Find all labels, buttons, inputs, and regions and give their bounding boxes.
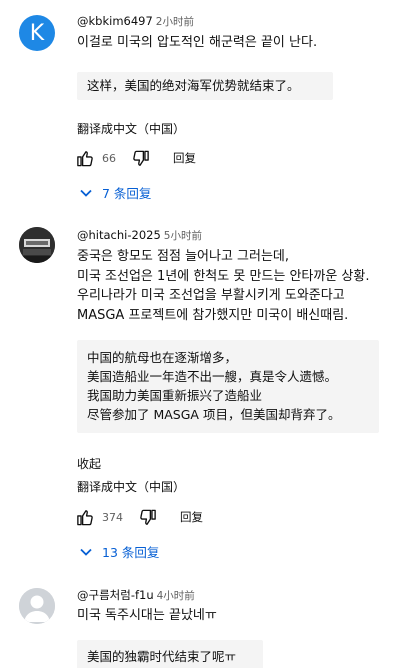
comment-line: 중국은 항모도 점점 늘어나고 그러는데, [77, 249, 290, 264]
like-button[interactable] [75, 508, 95, 527]
comment-text: 미국 독주시대는 끝났네ㅠ [77, 606, 217, 626]
comment-line: 우리나라가 미국 조선업을 부활시키게 도와준다고 [77, 288, 345, 303]
comment-line: 미국 독주시대는 끝났네ㅠ [77, 608, 217, 623]
timestamp[interactable]: 2小时前 [156, 16, 194, 28]
translate-link[interactable]: 翻译成中文（中国） [77, 120, 185, 137]
thumbs-down-icon [133, 150, 149, 166]
translation-box: 这样，美国的绝对海军优势就结束了。 [77, 72, 333, 100]
translation-box: 美国的独霸时代结束了呢ㅠ [77, 640, 263, 668]
reply-button[interactable]: 回复 [180, 509, 203, 525]
author-name[interactable]: @구름처럼-f1u [77, 588, 154, 602]
timestamp[interactable]: 4小时前 [157, 590, 195, 602]
thumbs-down-icon [140, 509, 156, 525]
like-count: 374 [102, 510, 123, 524]
avatar-image [19, 227, 55, 263]
translation-line: 美国的独霸时代结束了呢ㅠ [87, 649, 237, 664]
translation-line: 我国助力美国重新振兴了造船业 [87, 388, 263, 403]
author-name[interactable]: @hitachi-2025 [77, 228, 161, 242]
comment-text: 중국은 항모도 점점 늘어나고 그러는데, 미국 조선업은 1년에 한척도 못 … [77, 247, 370, 325]
chevron-down-icon [80, 189, 92, 197]
translation-line: 美国造船业一年造不出一艘，真是令人遗憾。 [87, 369, 338, 384]
dislike-button[interactable] [131, 149, 151, 168]
avatar[interactable] [19, 588, 55, 624]
comment-header: @kbkim6497 2小时前 [77, 14, 194, 29]
replies-count-label: 13 条回复 [102, 545, 160, 560]
translation-line: 这样，美国的绝对海军优势就结束了。 [87, 78, 300, 93]
author-name[interactable]: @kbkim6497 [77, 14, 153, 28]
comment-header: @hitachi-2025 5小时前 [77, 228, 202, 243]
view-replies-button[interactable]: 7 条回复 [80, 183, 151, 202]
dislike-button[interactable] [138, 508, 158, 527]
like-count: 66 [102, 151, 116, 165]
avatar[interactable] [19, 227, 55, 263]
comment-line: 이걸로 미국의 압도적인 해군력은 끝이 난다. [77, 35, 318, 50]
comment-line: MASGA 프로젝트에 참가했지만 미국이 배신때림. [77, 307, 349, 323]
comments-panel: K @kbkim6497 2小时前 이걸로 미국의 압도적인 해군력은 끝이 난다… [0, 0, 416, 668]
comment-text: 이걸로 미국의 압도적인 해군력은 끝이 난다. [77, 33, 317, 53]
avatar[interactable]: K [19, 15, 55, 51]
thumbs-up-icon [77, 150, 93, 166]
translate-link[interactable]: 翻译成中文（中国） [77, 478, 185, 495]
reply-button[interactable]: 回复 [173, 150, 196, 166]
avatar-letter: K [29, 20, 45, 46]
translation-box: 中国的航母也在逐渐增多， 美国造船业一年造不出一艘，真是令人遗憾。 我国助力美国… [77, 340, 379, 433]
timestamp[interactable]: 5小时前 [164, 230, 202, 242]
default-avatar-icon [19, 588, 55, 624]
action-bar: 374 回复 [75, 507, 203, 527]
thumbs-up-icon [77, 509, 93, 525]
like-button[interactable] [75, 149, 95, 168]
translation-line: 中国的航母也在逐渐增多， [87, 350, 238, 365]
collapse-link[interactable]: 收起 [77, 455, 101, 472]
view-replies-button[interactable]: 13 条回复 [80, 542, 159, 561]
action-bar: 66 回复 [75, 148, 196, 168]
replies-count-label: 7 条回复 [102, 186, 152, 201]
chevron-down-icon [80, 548, 92, 556]
comment-line: 미국 조선업은 1년에 한척도 못 만드는 안타까운 상황. [77, 268, 370, 284]
comment-header: @구름처럼-f1u 4小时前 [77, 587, 195, 603]
translation-line: 尽管参加了 MASGA 项目，但美国却背弃了。 [87, 407, 341, 422]
